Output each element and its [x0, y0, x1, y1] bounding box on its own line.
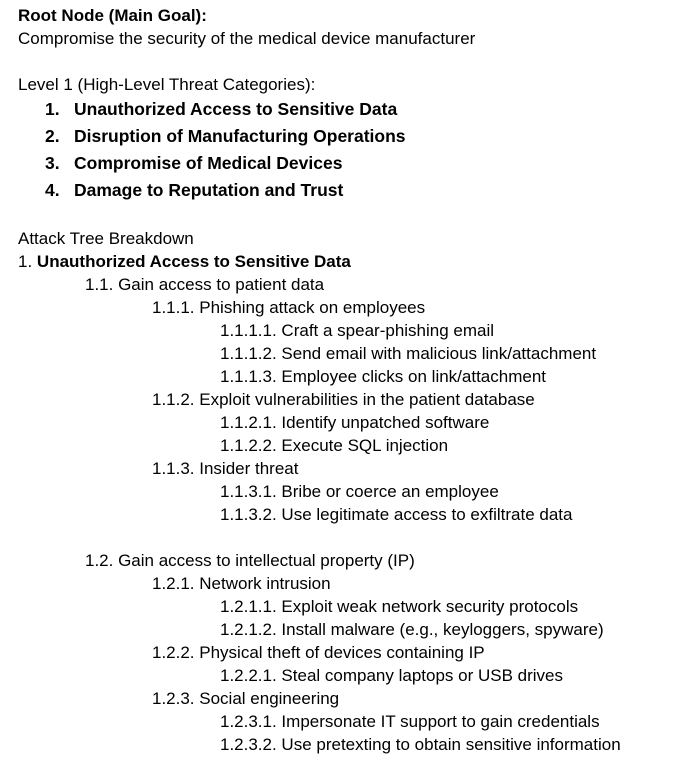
- tree-node: 1.1.1. Phishing attack on employees: [152, 298, 426, 317]
- threat-category-number: 3.: [45, 153, 60, 173]
- tree-node: 1.1.1.3. Employee clicks on link/attachm…: [220, 367, 546, 386]
- threat-category-number: 2.: [45, 126, 60, 146]
- threat-category-label: Compromise of Medical Devices: [74, 153, 343, 173]
- breakdown-heading: Attack Tree Breakdown: [18, 229, 194, 248]
- tree-node: 1.1.3.2. Use legitimate access to exfilt…: [220, 505, 573, 524]
- threat-category-number: 1.: [45, 99, 60, 119]
- threat-category-item: 1. Unauthorized Access to Sensitive Data: [45, 98, 397, 121]
- threat-category-label: Damage to Reputation and Trust: [74, 180, 344, 200]
- tree-node: 1.2.3.1. Impersonate IT support to gain …: [220, 712, 600, 731]
- threat-category-item: 3. Compromise of Medical Devices: [45, 152, 342, 175]
- root-goal: Compromise the security of the medical d…: [18, 29, 476, 48]
- tree-node: 1.1.3. Insider threat: [152, 459, 299, 478]
- tree-node: 1.2.3. Social engineering: [152, 689, 340, 708]
- tree-node: 1.1.1.1. Craft a spear-phishing email: [220, 321, 495, 340]
- section-1-title: 1. Unauthorized Access to Sensitive Data: [18, 250, 351, 273]
- tree-node: 1.1.2.1. Identify unpatched software: [220, 413, 490, 432]
- tree-node: 1.1.2.2. Execute SQL injection: [220, 436, 449, 455]
- threat-category-item: 2. Disruption of Manufacturing Operations: [45, 125, 406, 148]
- tree-node: 1.2.1. Network intrusion: [152, 574, 331, 593]
- tree-node: 1.2.1.1. Exploit weak network security p…: [220, 597, 579, 616]
- tree-node: 1.2.2. Physical theft of devices contain…: [152, 643, 485, 662]
- document: Root Node (Main Goal): Compromise the se…: [0, 0, 680, 769]
- threat-category-label: Disruption of Manufacturing Operations: [74, 126, 406, 146]
- tree-node: 1.2.2.1. Steal company laptops or USB dr…: [220, 666, 564, 685]
- tree-node: 1.2.1.2. Install malware (e.g., keylogge…: [220, 620, 604, 639]
- section-1-label: Unauthorized Access to Sensitive Data: [36, 252, 351, 271]
- section-1-number: 1.: [18, 252, 33, 271]
- threat-category-number: 4.: [45, 180, 60, 200]
- threat-category-item: 4. Damage to Reputation and Trust: [45, 179, 343, 202]
- tree-node: 1.2.3.2. Use pretexting to obtain sensit…: [220, 735, 621, 754]
- root-heading: Root Node (Main Goal):: [18, 6, 207, 25]
- tree-node: 1.1.3.1. Bribe or coerce an employee: [220, 482, 499, 501]
- tree-node: 1.2. Gain access to intellectual propert…: [85, 551, 415, 570]
- tree-node: 1.1.2. Exploit vulnerabilities in the pa…: [152, 390, 535, 409]
- tree-node: 1.1. Gain access to patient data: [85, 275, 325, 294]
- threat-category-label: Unauthorized Access to Sensitive Data: [74, 99, 398, 119]
- level1-heading: Level 1 (High-Level Threat Categories):: [18, 75, 316, 94]
- tree-node: 1.1.1.2. Send email with malicious link/…: [220, 344, 597, 363]
